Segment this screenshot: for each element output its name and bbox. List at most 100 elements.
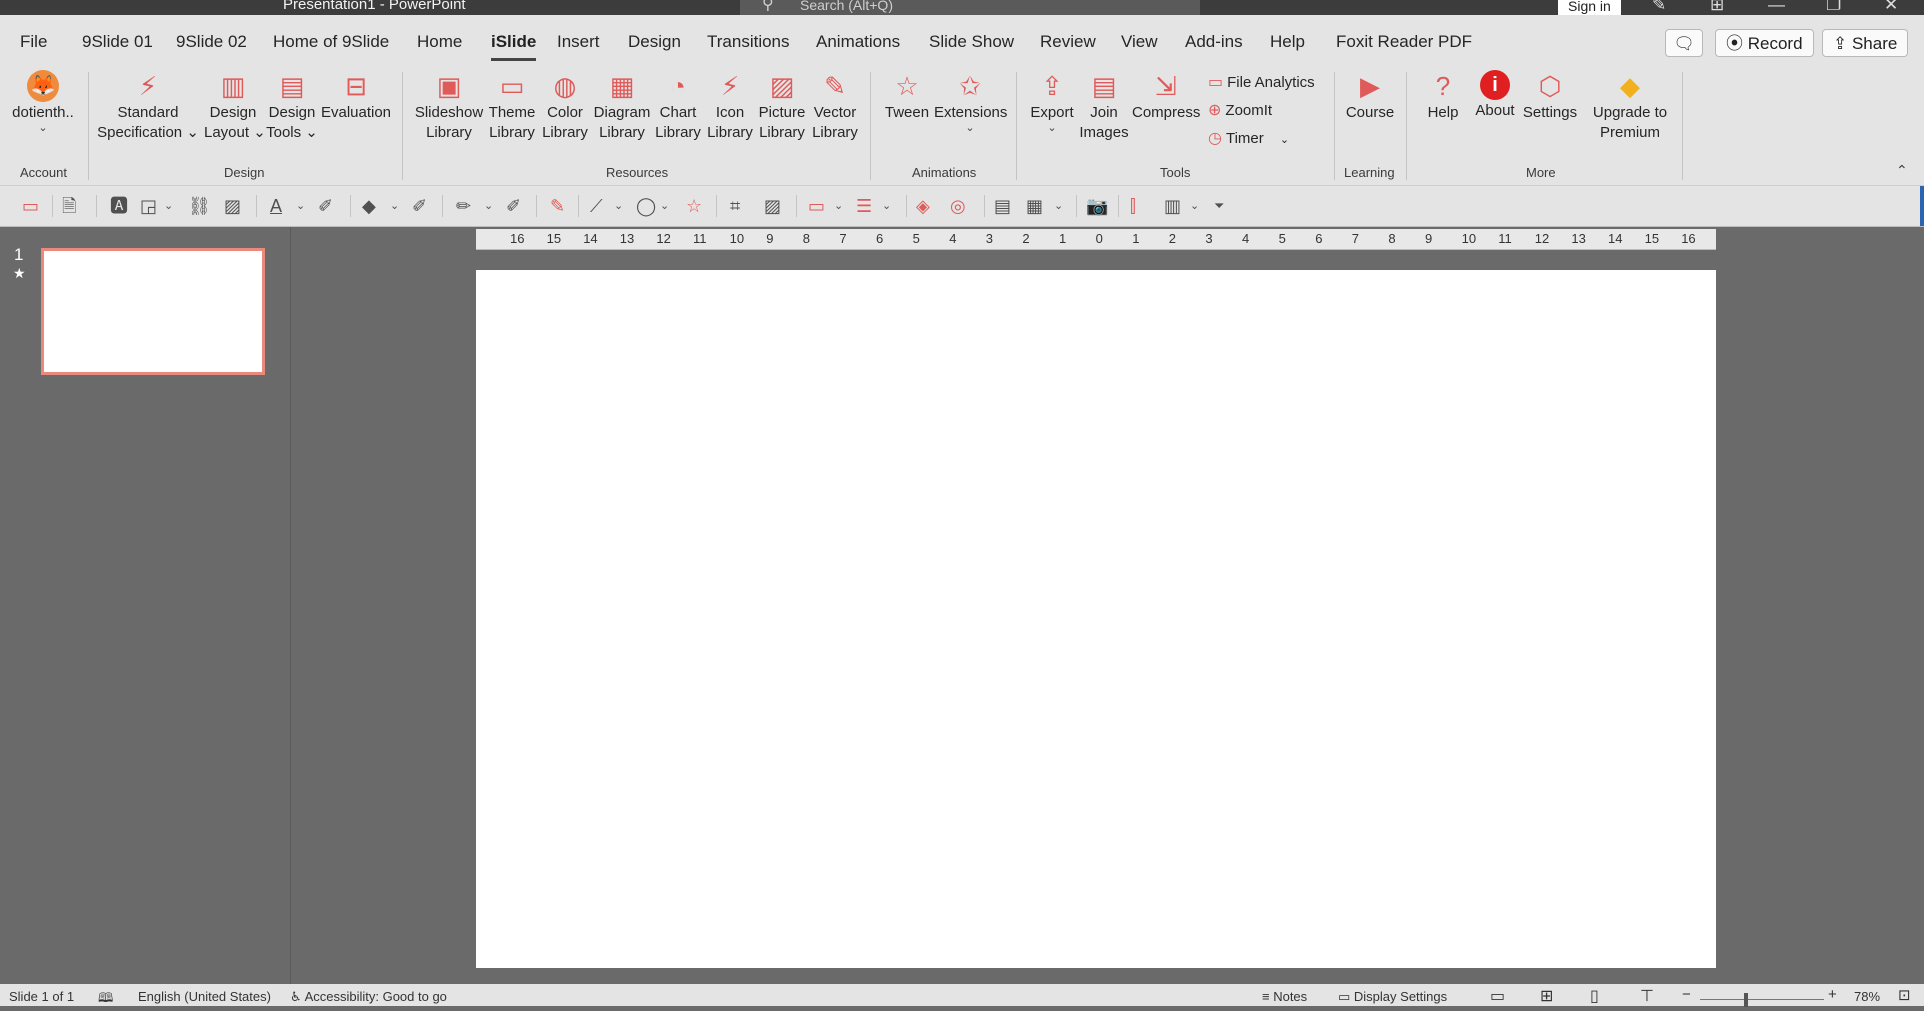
design-tools-button[interactable]: ▤ Design Tools ⌄ bbox=[264, 70, 320, 143]
about-button[interactable]: i About bbox=[1470, 70, 1520, 121]
outline-color-icon[interactable]: ✏ bbox=[456, 196, 471, 216]
eyedropper-icon[interactable]: ✐ bbox=[318, 196, 333, 216]
chevron-down-icon[interactable]: ⌄ bbox=[1054, 196, 1063, 216]
slide-thumbnail[interactable] bbox=[41, 248, 265, 375]
restore-icon[interactable]: ❐ bbox=[1826, 0, 1841, 15]
textbox-icon[interactable]: 🅰 bbox=[110, 196, 128, 216]
display-settings-button[interactable]: ▭ Display Settings bbox=[1338, 989, 1447, 1005]
tab-help[interactable]: Help bbox=[1270, 32, 1305, 52]
zoom-level[interactable]: 78% bbox=[1854, 989, 1880, 1004]
tab-home[interactable]: Home bbox=[417, 32, 462, 52]
notes-button[interactable]: ≡ Notes bbox=[1262, 989, 1307, 1004]
reading-view-icon[interactable]: ▯ bbox=[1590, 986, 1599, 1006]
chevron-down-icon[interactable]: ⌄ bbox=[882, 196, 891, 216]
screenshot-icon[interactable]: 📷 bbox=[1086, 196, 1108, 216]
slide-canvas[interactable] bbox=[476, 270, 1716, 968]
spell-check-icon[interactable]: 🕮 bbox=[98, 989, 113, 1011]
icon-library-button[interactable]: ⚡ Icon Library bbox=[706, 70, 754, 143]
compress-button[interactable]: ⇲ Compress bbox=[1132, 70, 1200, 123]
star-icon[interactable]: ☆ bbox=[686, 196, 702, 216]
distribute-icon[interactable]: ⫿ bbox=[1130, 196, 1136, 216]
eyedropper-icon[interactable]: ✐ bbox=[506, 196, 521, 216]
share-button[interactable]: ⇪ Share bbox=[1822, 29, 1909, 57]
chevron-down-icon[interactable]: ⌄ bbox=[164, 196, 173, 216]
list-icon[interactable]: ☰ bbox=[856, 196, 872, 216]
tab-9slide-01[interactable]: 9Slide 01 bbox=[82, 32, 153, 52]
account-button[interactable]: 🦊 dotienth.. ⌄ bbox=[8, 70, 78, 134]
zoomit-button[interactable]: ⊕ ZoomIt bbox=[1208, 100, 1272, 120]
tab-view[interactable]: View bbox=[1121, 32, 1158, 52]
ribbon-display-icon[interactable]: ⊞ bbox=[1710, 0, 1724, 15]
upgrade-premium-button[interactable]: ◆ Upgrade to Premium bbox=[1588, 70, 1672, 143]
table-icon[interactable]: ▦ bbox=[1026, 196, 1043, 216]
chevron-down-icon[interactable]: ⌄ bbox=[660, 196, 669, 216]
vector-library-button[interactable]: ✎ Vector Library bbox=[810, 70, 860, 143]
slide-sorter-icon[interactable]: ⊞ bbox=[1540, 986, 1553, 1006]
align-icon[interactable]: ▤ bbox=[994, 196, 1011, 216]
tab-home-of-9slide[interactable]: Home of 9Slide bbox=[273, 32, 389, 52]
accessibility-status[interactable]: ♿ Accessibility: Good to go bbox=[290, 989, 447, 1005]
picture-icon[interactable]: ▨ bbox=[224, 196, 241, 216]
picture-library-button[interactable]: ▨ Picture Library bbox=[756, 70, 808, 143]
font-color-icon[interactable]: A bbox=[270, 196, 282, 216]
file-analytics-button[interactable]: ▭ File Analytics bbox=[1208, 72, 1315, 92]
join-images-button[interactable]: ▤ Join Images bbox=[1078, 70, 1130, 143]
chart-library-button[interactable]: ◔ Chart Library bbox=[654, 70, 702, 143]
sign-in-button[interactable]: Sign in bbox=[1558, 0, 1621, 15]
diagram-library-button[interactable]: ▦ Diagram Library bbox=[592, 70, 652, 143]
theme-library-button[interactable]: ▭ Theme Library bbox=[486, 70, 538, 143]
tab-animations[interactable]: Animations bbox=[816, 32, 900, 52]
tab-slide-show[interactable]: Slide Show bbox=[929, 32, 1014, 52]
color-library-button[interactable]: ◍ Color Library bbox=[540, 70, 590, 143]
tab-transitions[interactable]: Transitions bbox=[707, 32, 790, 52]
course-button[interactable]: ▶ Course bbox=[1344, 70, 1396, 123]
zoom-slider-thumb[interactable] bbox=[1744, 993, 1748, 1007]
chevron-down-icon[interactable]: ⌄ bbox=[296, 196, 305, 216]
chevron-down-icon[interactable]: ⌄ bbox=[614, 196, 623, 216]
tab-add-ins[interactable]: Add-ins bbox=[1185, 32, 1243, 52]
customize-toolbar-icon[interactable]: ⏷ bbox=[1214, 196, 1224, 216]
shape-effect-icon[interactable]: ◯ bbox=[636, 196, 656, 216]
collapse-ribbon-icon[interactable]: ⌃ bbox=[1896, 162, 1908, 179]
evaluation-button[interactable]: ⊟ Evaluation bbox=[320, 70, 392, 123]
link-icon[interactable]: ⛓ bbox=[188, 196, 211, 216]
format-painter-icon[interactable]: ✎ bbox=[550, 196, 565, 216]
target-icon[interactable]: ◎ bbox=[950, 196, 966, 216]
settings-button[interactable]: ⬡ Settings bbox=[1522, 70, 1578, 123]
tab-review[interactable]: Review bbox=[1040, 32, 1096, 52]
fit-to-window-icon[interactable]: ⊡ bbox=[1898, 986, 1911, 1004]
normal-view-icon[interactable]: ▭ bbox=[1490, 986, 1505, 1006]
help-button[interactable]: ? Help bbox=[1416, 70, 1470, 123]
tab-islide[interactable]: iSlide bbox=[491, 32, 537, 61]
chevron-down-icon[interactable]: ⌄ bbox=[390, 196, 399, 216]
shape-icon[interactable]: ◲ bbox=[140, 196, 157, 216]
tab-design[interactable]: Design bbox=[628, 32, 681, 52]
export-button[interactable]: ⇪ Export ⌄ bbox=[1026, 70, 1078, 134]
design-layout-button[interactable]: ▥ Design Layout ⌄ bbox=[204, 70, 266, 143]
zoom-in-icon[interactable]: + bbox=[1828, 986, 1837, 1003]
chevron-down-icon[interactable]: ⌄ bbox=[484, 196, 493, 216]
record-button[interactable]: ⦿ Record bbox=[1715, 29, 1814, 57]
pen-icon[interactable]: ✎ bbox=[1652, 0, 1666, 15]
slideshow-view-icon[interactable]: ⊤ bbox=[1640, 986, 1654, 1006]
chevron-down-icon[interactable]: ⌄ bbox=[834, 196, 843, 216]
close-icon[interactable]: ✕ bbox=[1884, 0, 1898, 15]
slideshow-library-button[interactable]: ▣ Slideshow Library bbox=[412, 70, 486, 143]
document-icon[interactable]: 🗎 bbox=[62, 196, 76, 216]
zoom-out-icon[interactable]: − bbox=[1682, 986, 1691, 1003]
language-status[interactable]: English (United States) bbox=[138, 989, 271, 1004]
image-icon[interactable]: ▨ bbox=[764, 196, 781, 216]
chevron-down-icon[interactable]: ⌄ bbox=[1190, 196, 1199, 216]
extensions-button[interactable]: ✩ Extensions ⌄ bbox=[934, 70, 1007, 134]
standard-specification-button[interactable]: ⚡ Standard Specification ⌄ bbox=[96, 70, 200, 143]
tab-foxit-reader-pdf[interactable]: Foxit Reader PDF bbox=[1336, 32, 1472, 52]
fill-color-icon[interactable]: ◆ bbox=[362, 196, 376, 216]
zoom-slider-track[interactable] bbox=[1700, 999, 1824, 1000]
tween-button[interactable]: ☆ Tween bbox=[880, 70, 934, 123]
tab-file[interactable]: File bbox=[20, 32, 47, 52]
arrange-icon[interactable]: ▥ bbox=[1164, 196, 1181, 216]
timer-button[interactable]: ◷ Timer ⌄ bbox=[1208, 128, 1289, 148]
slide-icon[interactable]: ▭ bbox=[808, 196, 825, 216]
tab-insert[interactable]: Insert bbox=[557, 32, 600, 52]
crop-icon[interactable]: ⌗ bbox=[730, 196, 740, 216]
